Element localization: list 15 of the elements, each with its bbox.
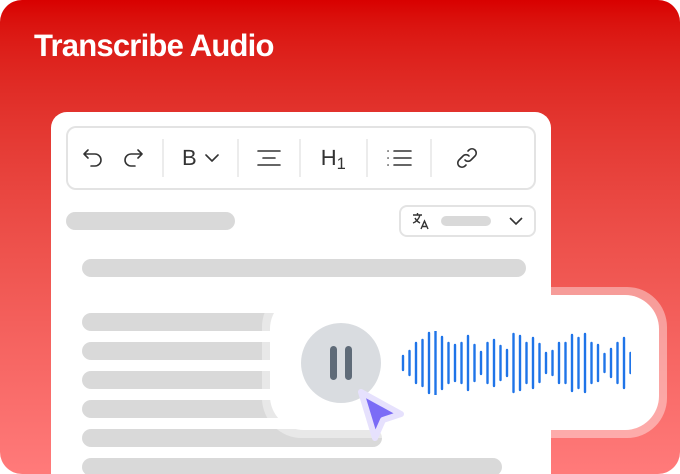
- pause-icon: [328, 346, 354, 380]
- translate-icon: [411, 211, 431, 231]
- text-placeholder-bar: [441, 216, 491, 226]
- language-dropdown[interactable]: [399, 205, 536, 237]
- link-icon[interactable]: [456, 147, 478, 169]
- align-center-icon[interactable]: [256, 149, 281, 167]
- list-icon[interactable]: [386, 149, 412, 167]
- bold-dropdown[interactable]: B: [182, 147, 219, 169]
- card-title: Transcribe Audio: [34, 27, 274, 65]
- undo-icon[interactable]: [82, 148, 104, 168]
- chevron-down-icon: [204, 154, 219, 162]
- heading-button[interactable]: H$_{1}$: [318, 147, 348, 169]
- chevron-down-icon: [508, 216, 524, 226]
- bold-label: B: [182, 147, 197, 169]
- redo-icon[interactable]: [122, 148, 144, 168]
